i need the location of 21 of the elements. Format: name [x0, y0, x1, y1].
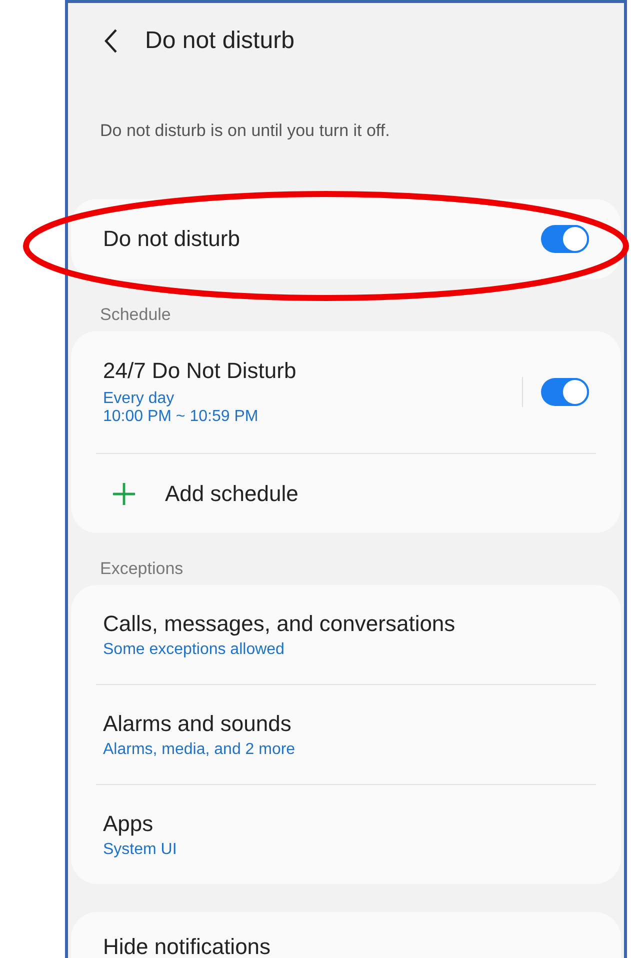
toggle-switch[interactable]	[541, 378, 589, 406]
back-icon[interactable]	[103, 28, 119, 54]
plus-icon	[113, 482, 135, 504]
schedule-detail: 10:00 PM ~ 10:59 PM	[103, 408, 260, 426]
toggle-card[interactable]: Do not disturb	[71, 199, 621, 279]
setting-summary: Some exceptions allowed	[103, 640, 286, 658]
toggle-switch[interactable]	[541, 225, 589, 253]
screen-title: Do not disturb	[145, 27, 294, 55]
setting-title[interactable]: Alarms and sounds	[103, 710, 589, 736]
description-text: Do not disturb is on until you turn it off.	[100, 121, 391, 142]
setting-title[interactable]: Apps	[103, 810, 589, 836]
section-label: Exceptions	[99, 558, 184, 580]
setting-label: Do not disturb	[103, 226, 240, 252]
setting-summary: Alarms, media, and 2 more	[103, 740, 296, 758]
schedule-title[interactable]: 24/7 Do Not Disturb	[103, 358, 522, 384]
add-schedule-link[interactable]: Add schedule	[165, 480, 298, 506]
section-label: Schedule	[99, 304, 172, 326]
setting-title[interactable]: Calls, messages, and conversations	[103, 610, 589, 636]
schedule-detail: Every day	[103, 390, 176, 408]
setting-summary: System UI	[103, 840, 178, 858]
setting-title[interactable]: Hide notifications	[103, 934, 271, 958]
